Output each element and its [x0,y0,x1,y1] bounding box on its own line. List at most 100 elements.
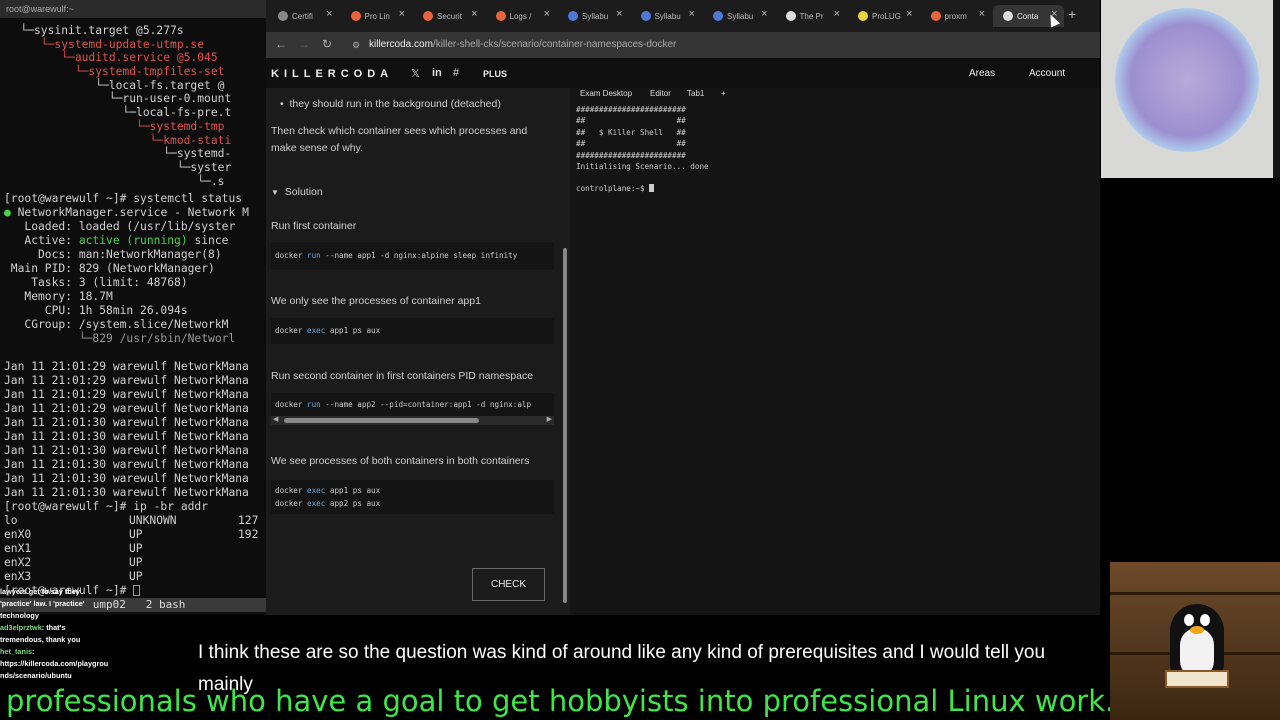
killercoda-terminal[interactable]: Exam Desktop Editor Tab1 + #############… [570,88,1100,615]
chat-message: : that's [41,623,66,632]
active-line: Active: active (running) since [4,234,228,248]
tab-exam-desktop[interactable]: Exam Desktop [580,89,632,98]
tree-line: └─systemd-update-utmp.se [0,37,205,51]
url-field[interactable]: ⚙ killercoda.com/killer-shell-cks/scenar… [346,35,1100,55]
log-line: Jan 11 21:01:29 warewulf NetworkMana [4,402,249,415]
tab-favicon-icon [858,11,868,21]
bullet-item: • they should run in the background (det… [280,98,501,110]
close-tab-icon[interactable]: × [544,8,550,20]
close-tab-icon[interactable]: × [906,8,912,20]
new-tab-button[interactable]: + [1068,6,1076,22]
service-name: NetworkManager.service - Network M [17,206,249,219]
code-cmd: docker [275,400,308,409]
scenario-vertical-scrollbar[interactable] [560,88,570,615]
killercoda-logo[interactable]: KILLERCODA [271,68,393,80]
tab-label: Pro Lin [364,11,390,21]
tab-editor[interactable]: Editor [650,89,671,98]
code-block-1[interactable]: docker run --name app1 -d nginx:alpine s… [271,242,554,270]
account-link[interactable]: Account [1029,68,1065,79]
chat-message: technology [0,611,39,620]
scroll-right-icon[interactable]: ▶ [547,415,552,423]
browser-tab[interactable]: Syllabu × [703,5,774,27]
log-line: Jan 11 21:01:30 warewulf NetworkMana [4,472,249,485]
browser-tab[interactable]: Securit × [413,5,484,27]
browser-tab[interactable]: Pro Lin × [341,5,412,27]
tree-line: └─systemd-tmpfiles-set [0,65,225,79]
tab-label: Syllabu [582,11,609,21]
forward-icon[interactable]: → [298,37,310,51]
browser-tab[interactable]: Certifi × [268,5,339,27]
step4-text: We see processes of both containers in b… [271,455,530,467]
close-tab-icon[interactable]: × [326,8,332,20]
scrollbar-thumb[interactable] [284,418,479,423]
code-args: app1 ps aux [325,486,381,495]
tab-tab1[interactable]: Tab1 [687,89,704,98]
ring-light [1115,8,1259,152]
x-icon[interactable]: 𝕏 [411,67,420,80]
back-icon[interactable]: ← [275,37,287,51]
tree-line: └─local-fs.target @ [0,78,225,92]
chat-message: https://killercoda.com/playgrou [0,659,109,668]
interface-name: enX3 [4,570,32,583]
interface-addr: 127 [238,514,259,527]
browser-tab[interactable]: Syllabu × [558,5,629,27]
terminal-prompt: controlplane:~$ [576,184,655,193]
tree-line: └─syster [0,160,232,174]
solution-toggle[interactable]: ▼ Solution [271,184,323,201]
code-block-3[interactable]: docker run --name app2 --pid=container:a… [271,393,554,417]
code-cmd: docker [275,326,308,335]
browser-tab[interactable]: Syllabu × [631,5,702,27]
close-tab-icon[interactable]: × [399,8,405,20]
code-keyword: exec [307,499,326,508]
site-info-icon[interactable]: ⚙ [352,35,360,55]
code-block-2[interactable]: docker exec app1 ps aux [271,318,554,344]
browser-tab[interactable]: The Pr × [776,5,847,27]
bookshelf [1110,592,1280,595]
close-tab-icon[interactable]: × [616,8,622,20]
browser-tab[interactable]: ProLUG × [848,5,919,27]
terminal-cursor [649,184,655,192]
interface-name: enX2 [4,556,32,569]
cpu-line: CPU: 1h 58min 26.094s [4,304,188,317]
linkedin-icon[interactable]: in [432,67,442,79]
close-tab-icon[interactable]: × [689,8,695,20]
log-line: Jan 11 21:01:29 warewulf NetworkMana [4,360,249,373]
chat-line: technology [0,610,200,622]
terminal-output: ######################## ## ## ## $ Kill… [576,105,709,172]
terminal-window[interactable]: root@warewulf:~ └─sysinit.target @5.277s… [0,0,266,615]
scenario-panel: • they should run in the background (det… [266,88,560,615]
close-tab-icon[interactable]: × [834,8,840,20]
close-tab-icon[interactable]: × [761,8,767,20]
code-line: docker exec app2 ps aux [275,497,550,510]
slack-icon[interactable]: # [453,67,459,79]
tab-label: Conta [1017,11,1039,21]
log-line: Jan 11 21:01:29 warewulf NetworkMana [4,374,249,387]
code-block-4[interactable]: docker exec app1 ps aux docker exec app2 … [271,480,554,514]
check-button[interactable]: CHECK [472,568,545,601]
plus-link[interactable]: PLUS [483,69,507,79]
tree-line: └─run-user-0.mount [0,92,232,106]
bullet-text: they should run in the background (detac… [289,98,501,110]
interface-name: lo [4,514,18,527]
tux-eye [1184,614,1194,626]
reload-icon[interactable]: ↻ [322,37,332,51]
code-cmd: docker [275,499,308,508]
scroll-left-icon[interactable]: ◀ [273,415,278,423]
code-args: app1 ps aux [325,326,381,335]
scrollbar-thumb[interactable] [563,248,567,603]
code-horizontal-scrollbar[interactable]: ◀ ▶ [271,416,554,425]
add-tab-button[interactable]: + [721,89,726,98]
tree-line: └─systemd- [0,147,232,161]
browser-tab[interactable]: proxm × [921,5,992,27]
cgroup-line: CGroup: /system.slice/NetworkM [4,318,229,331]
areas-link[interactable]: Areas [969,68,995,79]
browser-tab[interactable]: Logs / × [486,5,557,27]
tree-line: └─kmod-stati [0,133,232,147]
tree-line: └─.s [0,174,225,188]
chat-line: 'practice' law. I 'practice' [0,598,200,610]
close-tab-icon[interactable]: × [979,8,985,20]
close-tab-icon[interactable]: × [471,8,477,20]
interface-name: enX0 [4,528,32,541]
chat-line: lawyers get to say they [0,586,200,598]
interface-state: UNKNOWN [129,514,177,527]
